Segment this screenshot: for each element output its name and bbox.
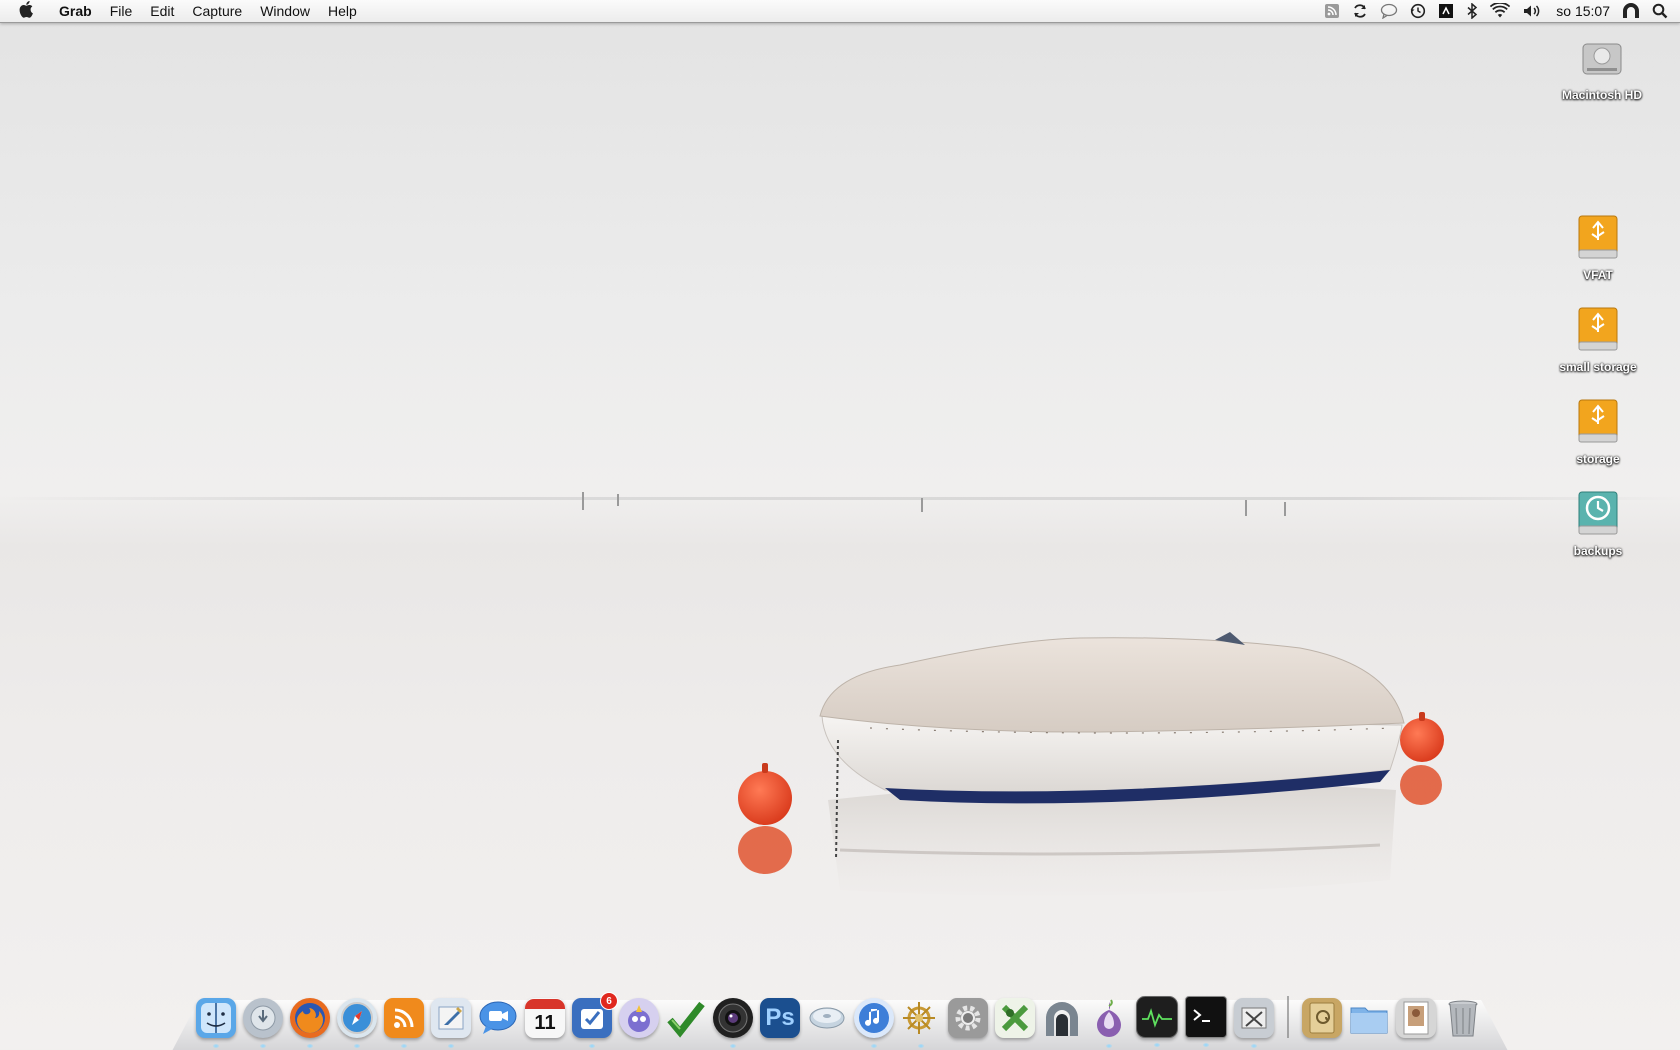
usb-drive-icon	[1571, 394, 1625, 448]
menu-capture[interactable]: Capture	[183, 0, 251, 22]
safari-icon[interactable]	[337, 998, 377, 1048]
running-indicator	[401, 1044, 407, 1048]
menu-help[interactable]: Help	[319, 0, 366, 22]
running-indicator	[1203, 1043, 1209, 1047]
running-indicator	[918, 1044, 924, 1048]
desktop-icon-label: VFAT	[1583, 268, 1613, 282]
running-indicator	[1154, 1043, 1160, 1047]
menu-edit[interactable]: Edit	[141, 0, 183, 22]
mail-icon[interactable]	[431, 998, 471, 1048]
running-indicator	[307, 1044, 313, 1048]
photoshop-label: Ps	[765, 1004, 795, 1031]
apple-logo-icon[interactable]	[18, 0, 36, 23]
desktop-icon-label: small storage	[1559, 360, 1637, 374]
scripts-icon[interactable]	[1438, 3, 1454, 19]
itunes-icon[interactable]	[854, 998, 894, 1048]
desktop-icon-small-storage[interactable]: small storage	[1543, 302, 1653, 374]
finder-icon[interactable]	[196, 998, 236, 1048]
hard-drive-icon	[1575, 30, 1629, 84]
running-indicator	[213, 1044, 219, 1048]
ical-date: 11	[534, 1012, 556, 1034]
firefox-icon[interactable]	[290, 998, 330, 1048]
desktop-icon-label: backups	[1573, 544, 1623, 558]
desktop-icon-label: Macintosh HD	[1561, 88, 1642, 102]
usb-drive-icon	[1571, 210, 1625, 264]
wallpaper-boat-scene	[738, 632, 1444, 896]
grab-icon[interactable]	[1234, 998, 1274, 1048]
running-indicator	[448, 1044, 454, 1048]
running-indicator	[730, 1044, 736, 1048]
folder-icon[interactable]	[1349, 998, 1389, 1038]
running-indicator	[589, 1044, 595, 1048]
terminal-icon[interactable]	[1185, 996, 1227, 1047]
check-icon[interactable]	[666, 998, 706, 1038]
ichat-icon[interactable]	[478, 998, 518, 1038]
spotlight-search-icon[interactable]	[1652, 3, 1668, 19]
activity-monitor-icon[interactable]	[1136, 996, 1178, 1047]
tor-browser-icon[interactable]	[1089, 998, 1129, 1048]
desktop-icon-backups[interactable]: backups	[1543, 486, 1653, 558]
disk-utility-icon[interactable]	[807, 998, 847, 1038]
chat-bubble-icon[interactable]	[1380, 3, 1398, 19]
dock: 11 6 Ps	[196, 988, 1483, 1048]
keepassx-icon[interactable]	[995, 998, 1035, 1038]
rss-icon[interactable]	[1324, 3, 1340, 19]
time-machine-drive-icon	[1571, 486, 1625, 540]
sync-icon[interactable]	[1352, 3, 1368, 19]
notification-badge: 6	[600, 992, 618, 1010]
time-machine-icon[interactable]	[1410, 3, 1426, 19]
volume-icon[interactable]	[1522, 3, 1542, 19]
preview-icon[interactable]	[1396, 998, 1436, 1038]
ical-header	[525, 999, 565, 1009]
running-indicator	[1251, 1044, 1257, 1048]
address-book-icon[interactable]	[1302, 998, 1342, 1038]
usb-drive-icon	[1571, 302, 1625, 356]
aperture-icon[interactable]	[713, 998, 753, 1048]
menu-file[interactable]: File	[101, 0, 142, 22]
desktop-icon-vfat[interactable]: VFAT	[1543, 210, 1653, 282]
system-update-icon[interactable]	[243, 998, 283, 1048]
rss-reader-icon[interactable]	[384, 998, 424, 1048]
running-indicator	[260, 1044, 266, 1048]
ical-icon[interactable]: 11	[525, 998, 565, 1038]
menu-clock[interactable]: so 15:07	[1556, 3, 1610, 19]
desktop-icon-label: storage	[1576, 452, 1620, 466]
running-indicator	[871, 1044, 877, 1048]
desktop-icon-macintosh-hd[interactable]: Macintosh HD	[1547, 30, 1657, 102]
dock-separator	[1287, 996, 1289, 1038]
vpn-tunnel-dock-icon[interactable]	[1042, 998, 1082, 1038]
photoshop-icon[interactable]: Ps	[760, 998, 800, 1038]
adium-icon[interactable]	[619, 998, 659, 1038]
vpn-tunnel-icon[interactable]	[1622, 3, 1640, 19]
menu-window[interactable]: Window	[251, 0, 319, 22]
things-icon[interactable]: 6	[572, 992, 618, 1048]
cog-icon[interactable]	[901, 998, 941, 1048]
trash-icon[interactable]	[1443, 998, 1483, 1038]
menu-bar: Grab File Edit Capture Window Help so 15…	[0, 0, 1680, 23]
running-indicator	[354, 1044, 360, 1048]
system-preferences-icon[interactable]	[948, 998, 988, 1038]
running-indicator	[1106, 1044, 1112, 1048]
desktop-icon-storage[interactable]: storage	[1543, 394, 1653, 466]
bluetooth-icon[interactable]	[1466, 3, 1478, 19]
menu-app-name[interactable]: Grab	[50, 0, 101, 22]
wifi-icon[interactable]	[1490, 3, 1511, 19]
